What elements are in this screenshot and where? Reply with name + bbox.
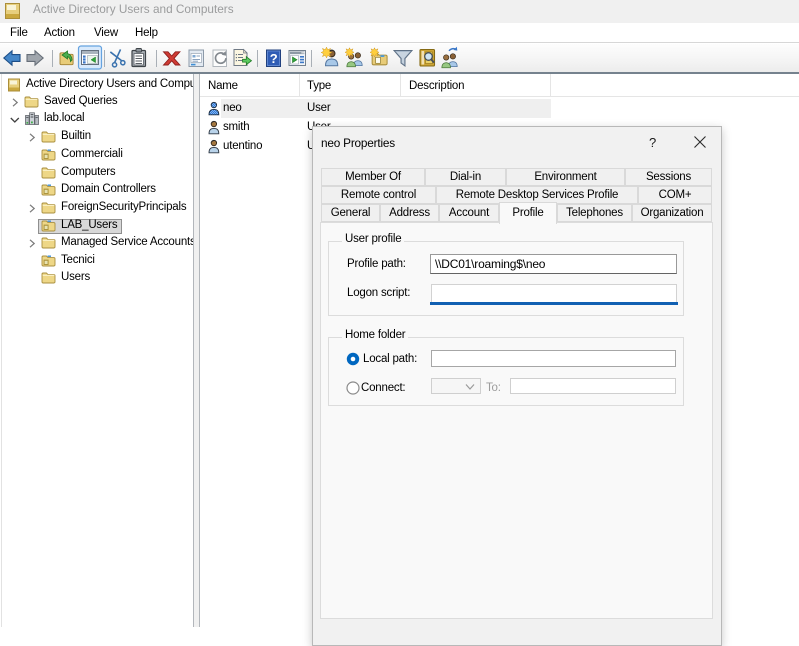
svg-text:?: ? bbox=[270, 51, 278, 66]
